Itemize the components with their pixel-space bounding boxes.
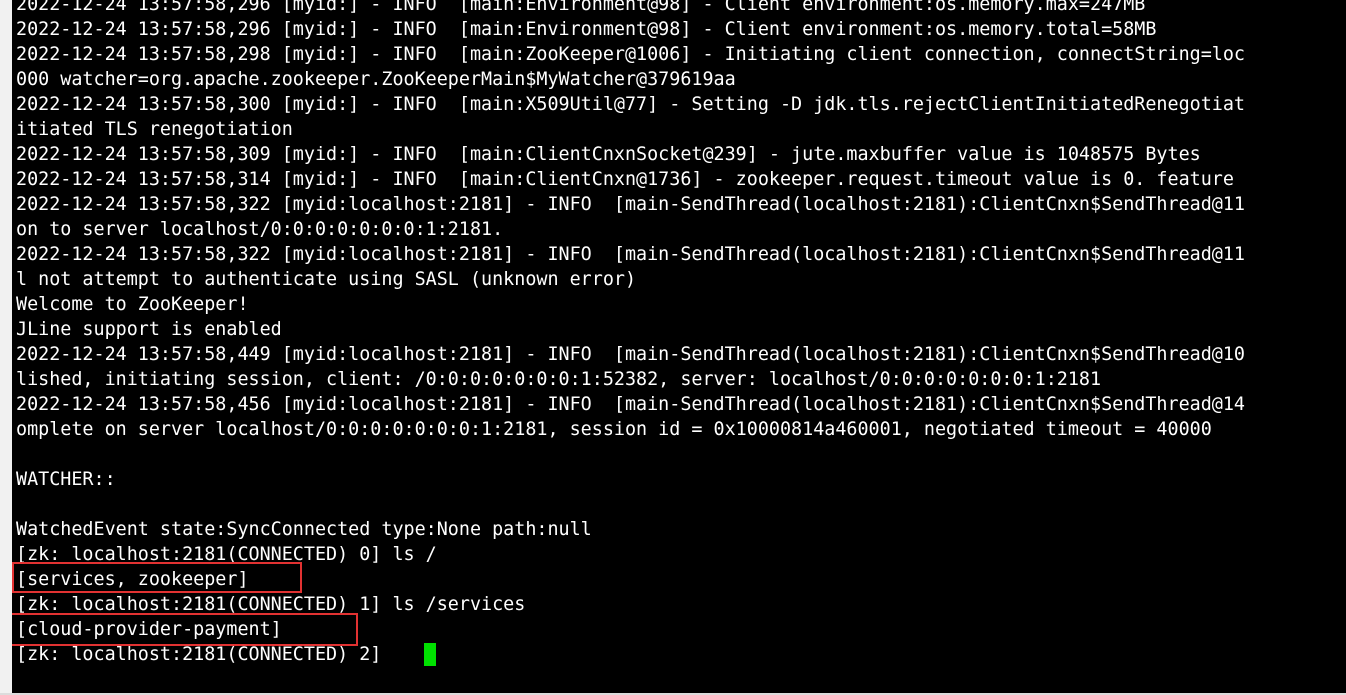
log-line: 000 watcher=org.apache.zookeeper.ZooKeep… [16, 69, 736, 90]
log-line: 2022-12-24 13:57:58,449 [myid:localhost:… [16, 344, 1246, 365]
jline-line: JLine support is enabled [16, 319, 282, 340]
terminal-window: 2022-12-24 13:57:58,296 [myid:] - INFO [… [0, 0, 1346, 695]
log-line: omplete on server localhost/0:0:0:0:0:0:… [16, 419, 1212, 440]
log-line: itiated TLS renegotiation [16, 119, 293, 140]
prompt-line[interactable]: [zk: localhost:2181(CONNECTED) 2] [16, 642, 1346, 667]
command-line: [zk: localhost:2181(CONNECTED) 0] ls / [16, 544, 437, 565]
log-line: 2022-12-24 13:57:58,314 [myid:] - INFO [… [16, 169, 1234, 190]
log-line: on to server localhost/0:0:0:0:0:0:0:1:2… [16, 219, 504, 240]
welcome-line: Welcome to ZooKeeper! [16, 294, 249, 315]
command-line: [zk: localhost:2181(CONNECTED) 1] ls /se… [16, 594, 526, 615]
terminal-cursor [424, 643, 436, 666]
log-line: 2022-12-24 13:57:58,322 [myid:localhost:… [16, 194, 1246, 215]
command-result-services: [cloud-provider-payment] [16, 619, 282, 640]
log-line: lished, initiating session, client: /0:0… [16, 369, 1102, 390]
log-line: 2022-12-24 13:57:58,322 [myid:localhost:… [16, 244, 1246, 265]
log-line: 2022-12-24 13:57:58,456 [myid:localhost:… [16, 394, 1246, 415]
log-line: 2022-12-24 13:57:58,298 [myid:] - INFO [… [16, 44, 1246, 65]
log-line: 2022-12-24 13:57:58,300 [myid:] - INFO [… [16, 94, 1246, 115]
watched-event-line: WatchedEvent state:SyncConnected type:No… [16, 519, 592, 540]
terminal-panel[interactable]: 2022-12-24 13:57:58,296 [myid:] - INFO [… [12, 0, 1346, 695]
watcher-line: WATCHER:: [16, 469, 116, 490]
log-line: 2022-12-24 13:57:58,296 [myid:] - INFO [… [16, 0, 1146, 15]
log-line: l not attempt to authenticate using SASL… [16, 269, 637, 290]
log-line: 2022-12-24 13:57:58,296 [myid:] - INFO [… [16, 19, 1157, 40]
command-result-root: [services, zookeeper] [16, 569, 249, 590]
log-line: 2022-12-24 13:57:58,309 [myid:] - INFO [… [16, 144, 1201, 165]
terminal-output: 2022-12-24 13:57:58,296 [myid:] - INFO [… [16, 0, 1346, 667]
